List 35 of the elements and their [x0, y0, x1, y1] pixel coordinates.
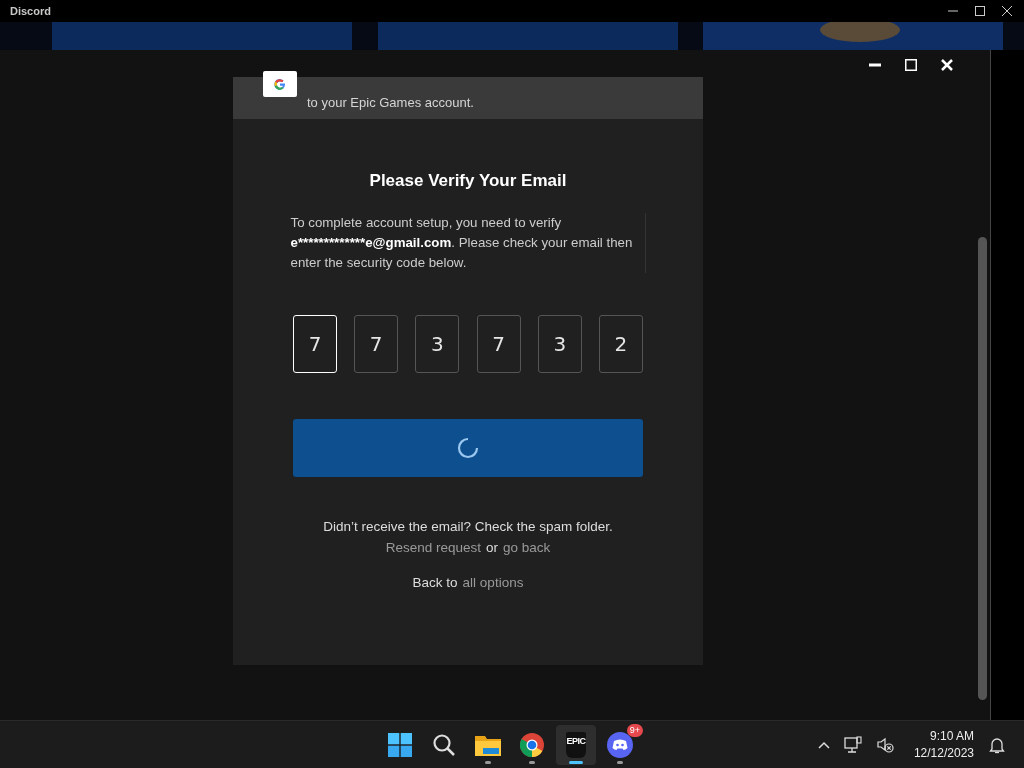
notice-text: to your Epic Games account. [307, 95, 474, 110]
help-text: Didn’t receive the email? Check the spam folder. [323, 519, 613, 534]
scrollbar-thumb[interactable] [978, 237, 987, 700]
instruction-text: To complete account setup, you need to verify e*************e@gmail.com. Please check your email then enter the security code below. [290, 213, 646, 273]
maximize-icon[interactable] [975, 6, 985, 16]
code-digit-field[interactable]: 2 [598, 315, 643, 373]
windows-logo-icon [388, 733, 412, 757]
search-icon [432, 733, 456, 757]
epic-logo: EPIC [566, 732, 586, 758]
or-text: or [486, 540, 498, 555]
dialog-title: Please Verify Your Email [369, 171, 567, 191]
chrome-icon [520, 733, 544, 757]
monitor-icon[interactable] [843, 735, 862, 754]
close-icon[interactable] [1002, 6, 1012, 16]
taskbar-button[interactable]: EPIC [556, 725, 596, 765]
code-digit-field[interactable]: 7 [293, 315, 337, 373]
clock-date[interactable]: 12/12/2023 [913, 744, 974, 762]
all-options-link[interactable]: all options [462, 575, 524, 590]
speaker-muted-icon[interactable] [875, 735, 894, 754]
clock-time[interactable]: 9:10 AM [929, 727, 974, 745]
back-text: Back to [412, 575, 458, 590]
discord-icon [607, 732, 633, 758]
folder-icon [475, 734, 501, 756]
bell-icon[interactable] [988, 735, 1006, 754]
window-title: Discord [10, 5, 51, 17]
code-digit-field[interactable]: 3 [537, 315, 582, 373]
chevron-up-icon[interactable] [817, 740, 830, 749]
go-back-link[interactable]: go back [503, 540, 551, 555]
code-digit-field[interactable]: 7 [476, 315, 521, 373]
taskbar-button[interactable]: 9+ [600, 725, 640, 765]
code-digit-field[interactable]: 7 [354, 315, 399, 373]
notification-badge: 9+ [626, 724, 643, 737]
code-digit-field[interactable]: 3 [415, 315, 460, 373]
resend-link[interactable]: Resend request [385, 540, 481, 555]
google-icon [263, 71, 297, 97]
